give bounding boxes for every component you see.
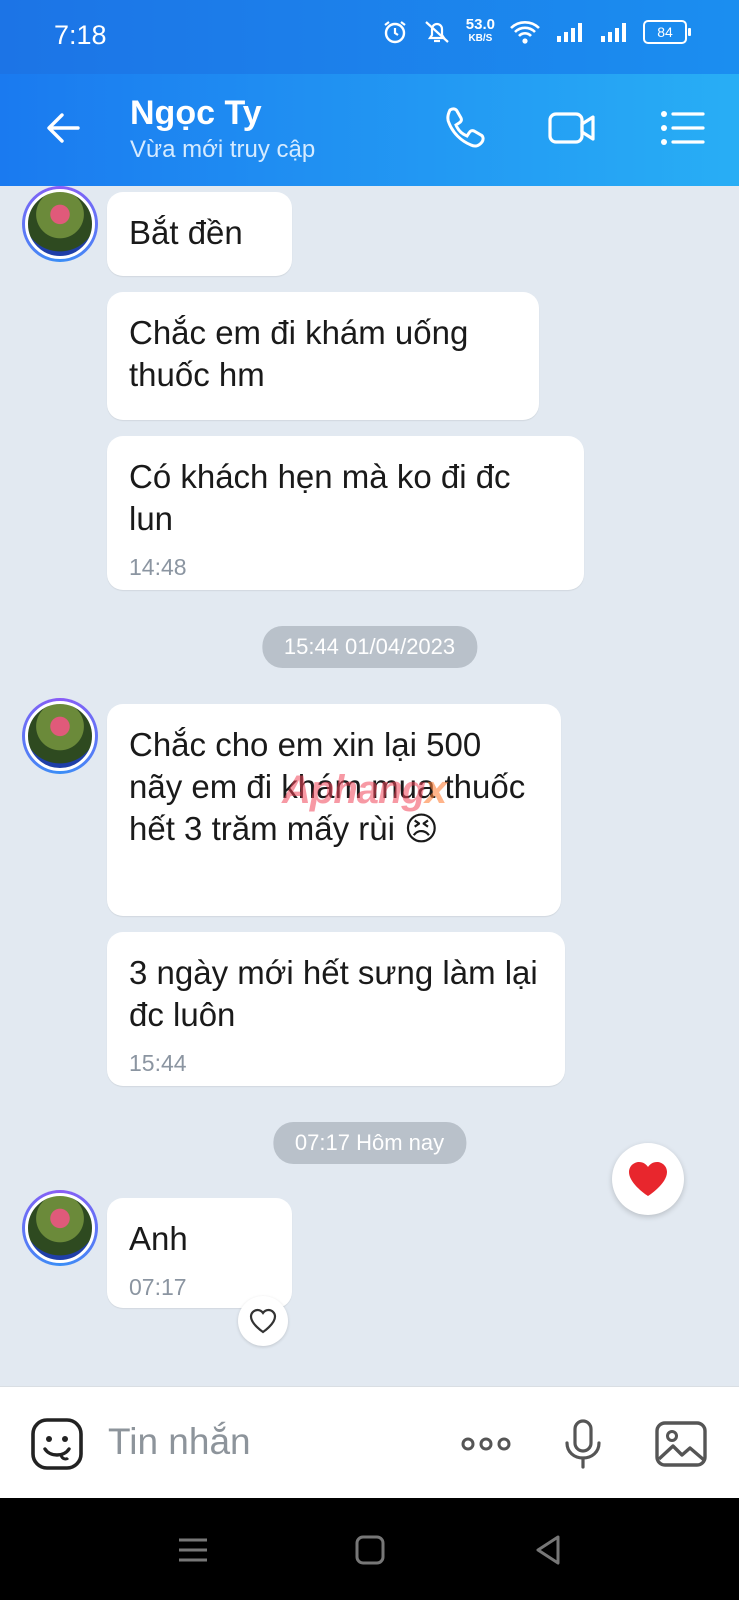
message-text: Có khách hẹn mà ko đi đc lun [129, 458, 511, 537]
alarm-icon [384, 21, 406, 44]
battery-icon: 84 [643, 20, 691, 44]
date-separator: 15:44 01/04/2023 [261, 626, 478, 668]
phone-icon[interactable] [438, 102, 490, 154]
signal-icon [557, 23, 582, 42]
net-speed: 53.0 KB/S [465, 16, 495, 46]
emoji-sticker-icon[interactable] [28, 1415, 86, 1473]
quick-heart-button[interactable] [612, 1143, 684, 1215]
message-text: Anh [129, 1220, 188, 1257]
status-bar: 7:18 53.0 KB/S 84 [0, 0, 739, 74]
menu-list-icon[interactable] [656, 102, 708, 154]
signal-icon [601, 23, 626, 42]
message-bubble[interactable]: Chắc em đi khám uống thuốc hm [107, 292, 539, 420]
system-nav-bar [0, 1498, 739, 1600]
more-icon[interactable] [457, 1415, 515, 1473]
message-time: 15:44 [129, 1050, 187, 1076]
avatar[interactable] [22, 186, 98, 262]
net-speed-value: 53.0 [465, 16, 495, 33]
image-icon[interactable] [652, 1415, 710, 1473]
status-icons: 53.0 KB/S 84 [382, 16, 691, 46]
date-separator: 07:17 Hôm nay [272, 1122, 467, 1164]
back-icon[interactable] [530, 1532, 566, 1568]
contact-status: Vừa mới truy cập [130, 136, 316, 163]
watermark-text: Aphang [282, 768, 426, 812]
avatar[interactable] [22, 1190, 98, 1266]
net-speed-unit: KB/S [468, 33, 493, 44]
watermark-logo: Aphangx [282, 768, 447, 813]
mute-icon [425, 21, 449, 43]
wifi-icon [510, 21, 540, 44]
message-text: 3 ngày mới hết sưng làm lại đc luôn [129, 954, 538, 1033]
watermark-text-x: x [424, 768, 447, 812]
reaction-button[interactable] [238, 1296, 288, 1346]
status-time: 7:18 [54, 20, 107, 50]
microphone-icon[interactable] [554, 1415, 612, 1473]
contact-name[interactable]: Ngọc Ty [130, 94, 262, 133]
message-bubble[interactable]: Anh 07:17 [107, 1198, 292, 1308]
message-bubble[interactable]: Bắt đền [107, 192, 292, 276]
heart-outline-icon [249, 1308, 277, 1334]
back-arrow-icon[interactable] [40, 104, 88, 152]
message-text: Bắt đền [129, 214, 243, 251]
message-text: Chắc em đi khám uống thuốc hm [129, 314, 469, 393]
message-input-bar: Tin nhắn [0, 1386, 739, 1499]
heart-icon [629, 1162, 667, 1196]
recents-icon[interactable] [175, 1532, 211, 1568]
chat-header: Ngọc Ty Vừa mới truy cập [0, 74, 739, 186]
video-call-icon[interactable] [546, 102, 598, 154]
message-input[interactable]: Tin nhắn [108, 1421, 251, 1463]
home-icon[interactable] [352, 1532, 388, 1568]
avatar[interactable] [22, 698, 98, 774]
message-bubble[interactable]: 3 ngày mới hết sưng làm lại đc luôn 15:4… [107, 932, 565, 1086]
message-time: 14:48 [129, 554, 187, 580]
message-bubble[interactable]: Có khách hẹn mà ko đi đc lun 14:48 [107, 436, 584, 590]
